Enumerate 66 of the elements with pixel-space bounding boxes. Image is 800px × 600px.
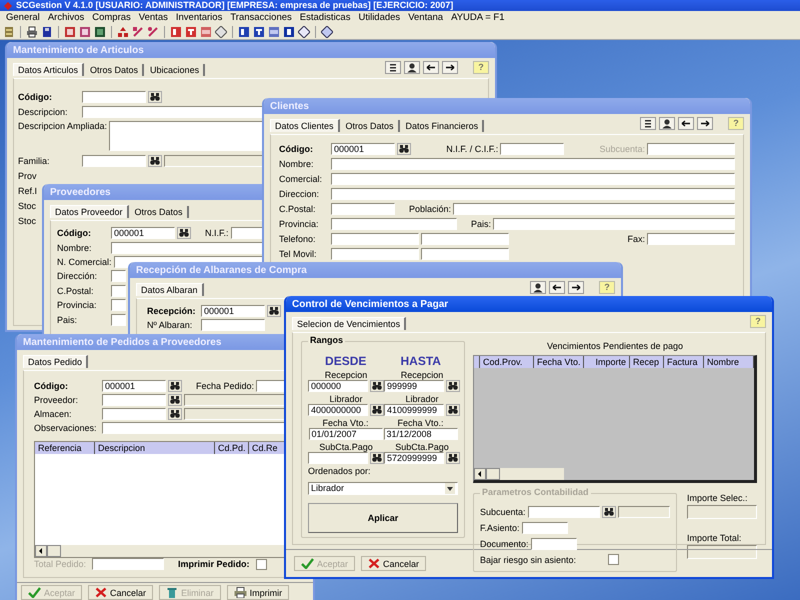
field-label: Documento: [480, 539, 529, 549]
dropdown-value: Librador [311, 483, 344, 494]
field-label: Código: [34, 381, 68, 391]
field-label: Importe Selec.: [687, 493, 749, 503]
field-label: Nº Albaran: [147, 320, 192, 330]
field-label: Stoc [18, 200, 36, 210]
window-title: Proveedores [50, 186, 111, 198]
field-label: Familia: [18, 156, 50, 166]
field-label: C.Postal: [57, 286, 94, 296]
field-label: Proveedor: [34, 395, 78, 405]
field-label: Recepcion [324, 370, 368, 380]
field-label: Código: [18, 92, 52, 102]
field-label: Código: [57, 228, 91, 238]
field-label: Bajar riesgo sin asiento: [480, 554, 576, 564]
field-label: Población: [409, 204, 452, 214]
window-title: Mantenimiento de Articulos [13, 44, 144, 56]
window-title: Recepción de Albaranes de Compra [136, 264, 307, 276]
field-label: Provincia: [279, 218, 319, 228]
field-label: Fecha Vto.: [322, 418, 369, 428]
column-heading: HASTA [400, 354, 441, 368]
group-title: Parametros Contabilidad [480, 487, 591, 497]
field-label: Tel Movil: [279, 248, 317, 258]
grid-title: Vencimientos Pendientes de pago [546, 341, 684, 351]
field-label: Comercial: [279, 174, 322, 184]
field-label: SubCta.Pago [395, 442, 449, 452]
window-title: Mantenimiento de Pedidos a Proveedores [23, 336, 222, 348]
app-title: SCGestion V 4.1.0 [USUARIO: ADMINISTRADOR] [EMPRESA: empresa de pruebas] [EJERCICIO: 2007] [16, 0, 454, 11]
field-label: Subcuenta: [480, 507, 526, 517]
field-label: Descripcion Ampliada: [18, 121, 108, 131]
field-label: Stoc [18, 216, 36, 226]
field-label: Provincia: [57, 300, 97, 310]
field-label: Nombre: [279, 158, 314, 168]
field-label: N.I.F. / C.I.F.: [446, 144, 498, 154]
field-label: Recepcion [400, 370, 444, 380]
field-label: Nombre: [57, 242, 92, 253]
field-label: Recepción: [147, 306, 196, 316]
field-label: Fax: [627, 234, 645, 244]
field-label: N.I.F.: [205, 228, 229, 238]
window-title: Clientes [270, 100, 309, 112]
field-label: Almacen: [34, 409, 72, 419]
field-label: C.Postal: [279, 204, 316, 214]
field-label: Ordenados por: [308, 466, 371, 476]
field-label: SubCta.Pago [319, 442, 373, 452]
field-label: Direccion: [279, 188, 320, 198]
field-label: Importe Total: [687, 533, 742, 543]
field-label: Dirección: [57, 271, 98, 282]
field-label: Librador [405, 394, 439, 404]
field-label: N. Comercial: [57, 256, 112, 267]
window-title: Control de Vencimientos a Pagar [292, 298, 448, 310]
group-title: Rangos [308, 335, 346, 345]
column-heading: DESDE [325, 354, 366, 368]
field-label: Descripcion: [18, 106, 68, 116]
field-label: Ref.I [18, 186, 38, 196]
field-label: Pais: [57, 314, 78, 325]
field-label: Subcuenta: [599, 144, 645, 154]
field-label: Telefono: [279, 234, 316, 244]
field-label: Observaciones: [34, 423, 97, 433]
field-label: Código: [279, 144, 313, 154]
field-label: Librador [329, 394, 363, 404]
field-label: Prov [18, 170, 37, 180]
field-label: Total Pedido: [34, 559, 86, 569]
field-label: F.Asiento: [480, 523, 520, 533]
field-label: Fecha Vto.: [397, 418, 444, 428]
field-label: Pais: [471, 218, 492, 228]
field-label: Imprimir Pedido: [178, 559, 250, 569]
field-label: Fecha Pedido: [196, 381, 254, 391]
